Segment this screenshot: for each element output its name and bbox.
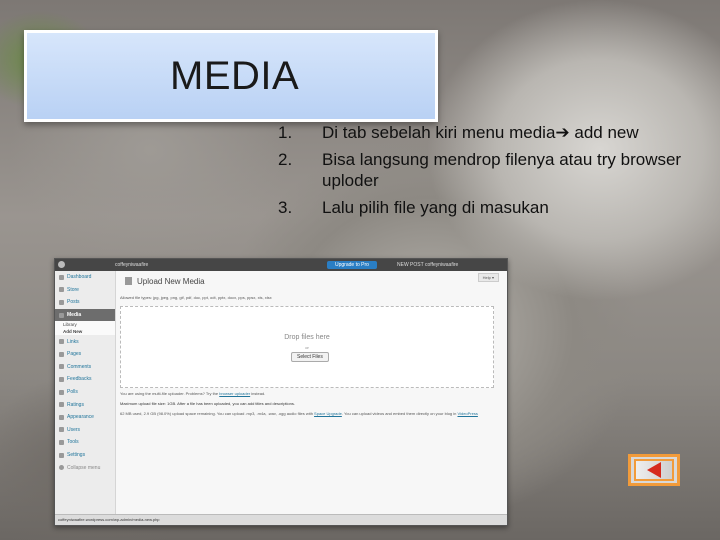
store-icon	[59, 287, 64, 293]
tools-icon	[59, 439, 64, 445]
sidebar-item-links[interactable]: Links	[55, 335, 115, 348]
drop-files-text: Drop files here	[284, 334, 330, 341]
sidebar-item-media[interactable]: Media	[55, 308, 115, 322]
ratings-icon	[59, 402, 64, 408]
videopress-link[interactable]: VideoPress	[457, 411, 477, 416]
drop-zone[interactable]: Drop files here or Select Files	[120, 306, 494, 388]
bullet-list: 1. Di tab sebelah kiri menu media➔ add n…	[278, 122, 698, 224]
uploader-note: You are using the multi-file uploader. P…	[120, 391, 266, 396]
page-title: Upload New Media	[137, 277, 205, 286]
admin-sidebar: Dashboard Store Posts Media Library Add …	[55, 271, 116, 515]
upgrade-button[interactable]: Upgrade to Pro	[327, 261, 377, 269]
polls-icon	[59, 389, 64, 395]
select-files-button[interactable]: Select Files	[291, 352, 329, 362]
sidebar-item-settings[interactable]: Settings	[55, 449, 115, 462]
back-arrow-icon	[647, 462, 661, 478]
sidebar-sub-add-new[interactable]: Add New	[55, 328, 115, 336]
bullet-item-2: 2. Bisa langsung mendrop filenya atau tr…	[278, 149, 698, 191]
admin-bar: coffeyniwaafire Upgrade to Pro NEW POST …	[55, 259, 507, 271]
arrow-icon: ➔	[555, 123, 570, 142]
collapse-icon	[59, 465, 64, 471]
feedbacks-icon	[59, 376, 64, 382]
sidebar-item-posts[interactable]: Posts	[55, 296, 115, 309]
slide-title: MEDIA	[170, 54, 300, 98]
sidebar-sub-library[interactable]: Library	[55, 321, 115, 329]
sidebar-item-tools[interactable]: Tools	[55, 436, 115, 449]
bullet-text: Lalu pilih file yang di masukan	[322, 198, 549, 217]
sidebar-item-feedbacks[interactable]: Feedbacks	[55, 373, 115, 386]
bullet-item-3: 3. Lalu pilih file yang di masukan	[278, 197, 698, 218]
posts-icon	[59, 299, 64, 305]
or-text: or	[305, 345, 309, 350]
dashboard-icon	[59, 274, 64, 280]
media-icon	[59, 312, 64, 318]
bullet-text: Di tab sebelah kiri menu media➔ add new	[322, 123, 639, 142]
new-post-link[interactable]: NEW POST	[397, 262, 424, 268]
bullet-number: 3.	[278, 198, 293, 217]
sidebar-item-users[interactable]: Users	[55, 424, 115, 437]
sidebar-item-polls[interactable]: Polls	[55, 386, 115, 399]
sidebar-item-pages[interactable]: Pages	[55, 348, 115, 361]
wordpress-logo-icon[interactable]	[58, 261, 65, 268]
space-note: 62 MB used, 2.9 GB (98.0%) upload space …	[120, 411, 478, 416]
sidebar-item-dashboard[interactable]: Dashboard	[55, 271, 115, 284]
comments-icon	[59, 364, 64, 370]
bullet-item-1: 1. Di tab sebelah kiri menu media➔ add n…	[278, 122, 698, 143]
users-icon	[59, 427, 64, 433]
sidebar-item-appearance[interactable]: Appearance	[55, 411, 115, 424]
help-tab[interactable]: Help ▾	[477, 273, 499, 282]
appearance-icon	[59, 414, 64, 420]
space-upgrade-link[interactable]: Space Upgrade	[314, 411, 342, 416]
browser-status-bar: coffeyniwaafire.wordpress.com/wp-admin/m…	[55, 514, 507, 525]
back-button-inner	[634, 459, 674, 481]
bullet-number: 1.	[278, 123, 293, 142]
sidebar-item-comments[interactable]: Comments	[55, 361, 115, 374]
sidebar-item-ratings[interactable]: Ratings	[55, 398, 115, 411]
links-icon	[59, 339, 64, 345]
user-menu[interactable]: coffeyniwaafire	[425, 262, 458, 268]
pages-icon	[59, 351, 64, 357]
max-upload-note: Maximum upload file size: 1GB. After a f…	[120, 401, 295, 406]
settings-icon	[59, 452, 64, 458]
collapse-menu[interactable]: Collapse menu	[55, 461, 115, 474]
bullet-number: 2.	[278, 150, 293, 169]
wordpress-upload-screenshot: coffeyniwaafire Upgrade to Pro NEW POST …	[54, 258, 508, 526]
browser-uploader-link[interactable]: browser uploader	[219, 391, 250, 396]
main-content: Upload New Media Help ▾ Allowed file typ…	[117, 271, 507, 515]
back-button[interactable]	[628, 454, 680, 486]
site-name[interactable]: coffeyniwaafire	[115, 262, 148, 268]
bullet-text: Bisa langsung mendrop filenya atau try b…	[322, 150, 682, 190]
allowed-file-types: Allowed file types: jpg, jpeg, png, gif,…	[120, 295, 272, 300]
sidebar-item-store[interactable]: Store	[55, 284, 115, 297]
media-page-icon	[125, 277, 132, 285]
